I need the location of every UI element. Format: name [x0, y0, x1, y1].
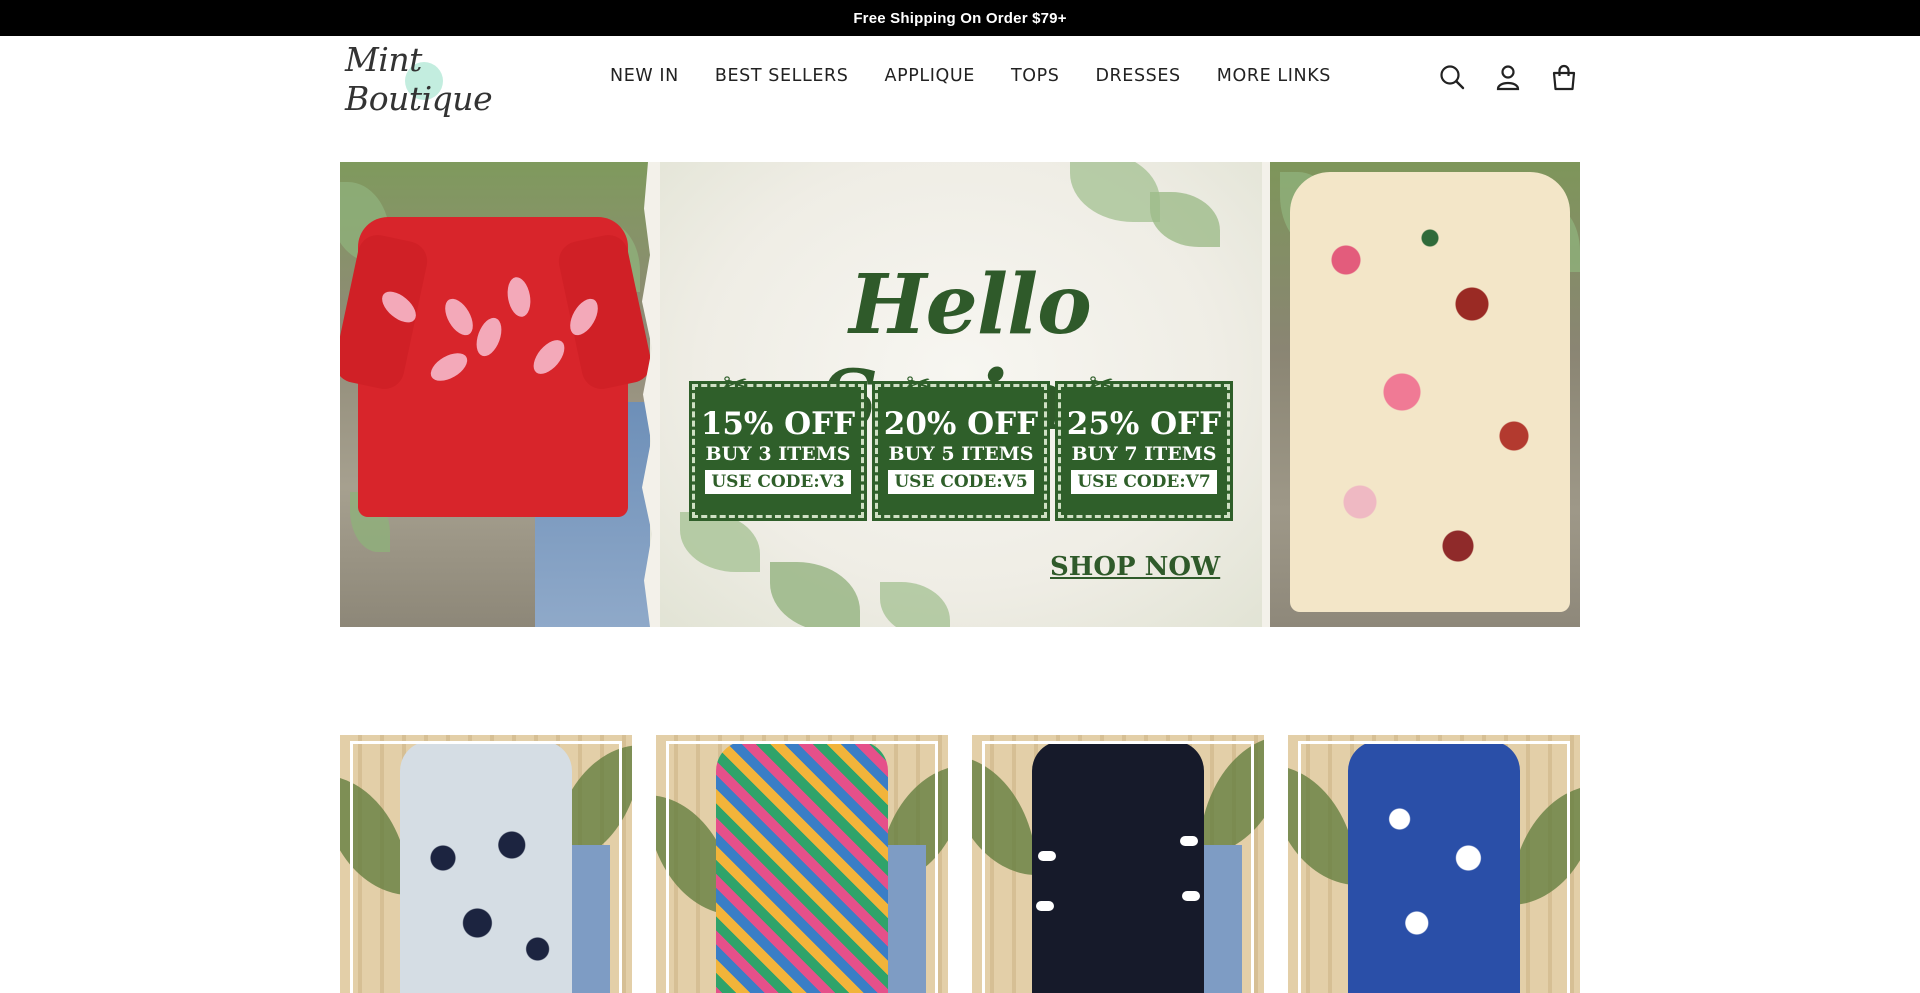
product-card-bow-sweatshirt[interactable] — [972, 735, 1264, 993]
product-card-print-blouse[interactable] — [656, 735, 948, 993]
product-grid — [340, 735, 1580, 993]
coupon-discount: 25% OFF — [1066, 405, 1222, 442]
nav-new-in[interactable]: NEW IN — [610, 66, 679, 86]
coupon-discount: 15% OFF — [700, 405, 856, 442]
nav-applique[interactable]: APPLIQUE — [885, 66, 975, 86]
hero-right-photo — [1270, 162, 1580, 627]
coupon-condition: BUY 5 ITEMS — [888, 442, 1034, 465]
photo-frame — [666, 741, 938, 993]
header-icons — [1438, 63, 1578, 91]
coupon-card: ✂ 15% OFF BUY 3 ITEMS USE CODE:V3 — [689, 367, 867, 521]
search-icon[interactable] — [1438, 63, 1466, 91]
hero-banner[interactable]: Hello Spring ✂ 15% OFF BUY 3 ITEMS USE C… — [340, 162, 1580, 627]
logo-text: Mint Boutique — [345, 40, 493, 118]
nav-best-sellers[interactable]: BEST SELLERS — [715, 66, 849, 86]
announcement-bar: Free Shipping On Order $79+ — [0, 0, 1920, 36]
nav-tops[interactable]: TOPS — [1011, 66, 1060, 86]
shop-now-link[interactable]: SHOP NOW — [1050, 552, 1220, 582]
product-card-polka-dot-top[interactable] — [340, 735, 632, 993]
coupon-list: ✂ 15% OFF BUY 3 ITEMS USE CODE:V3 ✂ 20% … — [689, 367, 1233, 521]
cart-icon[interactable] — [1550, 63, 1578, 91]
coupon-discount: 20% OFF — [883, 405, 1039, 442]
coupon-condition: BUY 3 ITEMS — [705, 442, 851, 465]
red-embroidered-top-image — [340, 217, 655, 517]
scissors-icon: ✂ — [723, 367, 749, 402]
nav-more-links[interactable]: MORE LINKS — [1217, 66, 1331, 86]
coupon-card: ✂ 25% OFF BUY 7 ITEMS USE CODE:V7 — [1055, 367, 1233, 521]
logo[interactable]: Mint Boutique — [345, 40, 535, 118]
coupon-code: USE CODE:V5 — [888, 469, 1034, 494]
coupon-card: ✂ 20% OFF BUY 5 ITEMS USE CODE:V5 — [872, 367, 1050, 521]
coupon-code: USE CODE:V7 — [1071, 469, 1217, 494]
main-nav: NEW IN BEST SELLERS APPLIQUE TOPS DRESSE… — [610, 66, 1367, 86]
site-header: Mint Boutique NEW IN BEST SELLERS APPLIQ… — [0, 36, 1920, 124]
photo-frame — [1298, 741, 1570, 993]
account-icon[interactable] — [1494, 63, 1522, 91]
coupon-code: USE CODE:V3 — [705, 469, 851, 494]
photo-frame — [982, 741, 1254, 993]
coupon-condition: BUY 7 ITEMS — [1071, 442, 1217, 465]
floral-dress-image — [1290, 172, 1570, 612]
announcement-text: Free Shipping On Order $79+ — [853, 9, 1067, 27]
photo-frame — [350, 741, 622, 993]
nav-dresses[interactable]: DRESSES — [1095, 66, 1180, 86]
scissors-icon: ✂ — [1089, 367, 1115, 402]
product-card-blue-dress[interactable] — [1288, 735, 1580, 993]
scissors-icon: ✂ — [906, 367, 932, 402]
hero-left-photo — [340, 162, 655, 627]
